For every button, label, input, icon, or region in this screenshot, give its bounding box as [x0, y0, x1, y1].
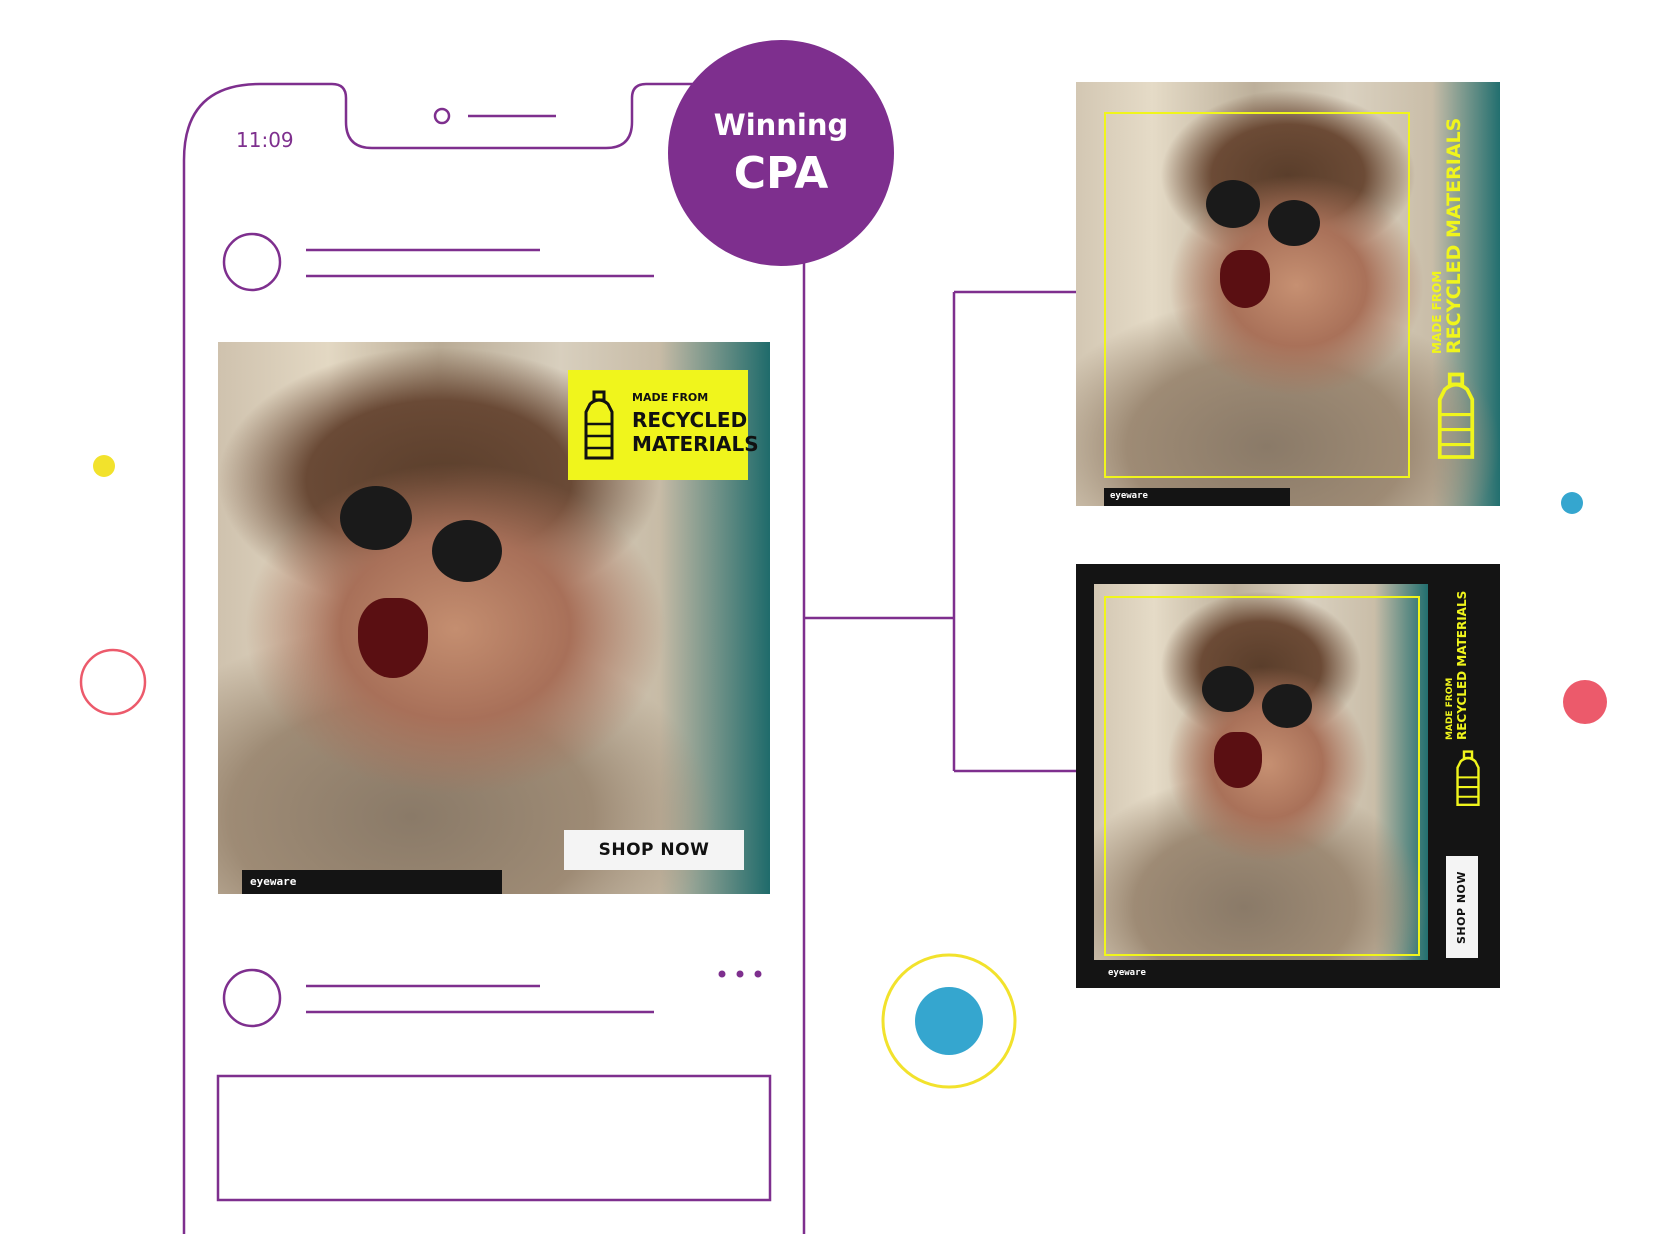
- label-line1: RECYCLED: [632, 408, 748, 432]
- mouth: [358, 598, 428, 678]
- bottle-icon: [584, 390, 614, 460]
- variant-b-card[interactable]: MADE FROM RECYCLED MATERIALS SHOP NOW ey…: [1076, 564, 1500, 988]
- label-small: MADE FROM: [1445, 677, 1455, 740]
- label-line2: MATERIALS: [632, 432, 759, 456]
- label-small: MADE FROM: [632, 391, 709, 404]
- label-big: RECYCLED MATERIALS: [1443, 117, 1465, 354]
- more-dots-icon[interactable]: [718, 970, 762, 978]
- decor-dot-red: [1563, 680, 1607, 724]
- avatar-2: [222, 968, 282, 1028]
- badge-line2: CPA: [733, 147, 829, 199]
- variant-b-image: [1094, 584, 1428, 960]
- sunglasses-right: [432, 520, 502, 582]
- recycled-label: MADE FROM RECYCLED MATERIALS: [568, 370, 759, 480]
- decor-ring-red: [79, 648, 147, 716]
- brand-strip: eyeware: [242, 870, 502, 894]
- badge-line1: Winning: [713, 107, 849, 142]
- post-placeholder: [216, 1074, 772, 1202]
- label-small: MADE FROM: [1430, 270, 1444, 354]
- sunglasses-left: [340, 486, 412, 550]
- avatar: [222, 232, 282, 292]
- decor-dot-blue: [915, 987, 983, 1055]
- connector: [804, 290, 1076, 773]
- yellow-frame: [1104, 596, 1420, 956]
- vertical-label: MADE FROM RECYCLED MATERIALS: [1430, 104, 1491, 354]
- bottle-icon: [1437, 372, 1475, 459]
- yellow-frame: [1104, 112, 1410, 478]
- brand-name: eyeware: [250, 875, 297, 888]
- winning-cpa-badge: Winning CPA: [668, 40, 894, 266]
- label-big: RECYCLED MATERIALS: [1455, 590, 1469, 740]
- main-ad-image[interactable]: MADE FROM RECYCLED MATERIALS SHOP NOW ey…: [218, 342, 770, 894]
- shop-now-label: SHOP NOW: [1455, 870, 1469, 944]
- status-time: 11:09: [236, 128, 294, 152]
- shop-now-button[interactable]: SHOP NOW: [1446, 856, 1478, 958]
- decor-dot-yellow: [93, 455, 115, 477]
- brand-strip: eyeware: [1104, 488, 1290, 506]
- vertical-label: MADE FROM RECYCLED MATERIALS: [1445, 580, 1496, 740]
- decor-dot-blue-small: [1561, 492, 1583, 514]
- variant-a-image[interactable]: MADE FROM RECYCLED MATERIALS eyeware: [1076, 82, 1500, 506]
- camera-icon: [433, 107, 451, 125]
- brand-name: eyeware: [1108, 968, 1146, 978]
- shop-now-button[interactable]: SHOP NOW: [564, 830, 744, 870]
- bottle-icon: [1456, 750, 1480, 806]
- brand-name: eyeware: [1110, 491, 1148, 501]
